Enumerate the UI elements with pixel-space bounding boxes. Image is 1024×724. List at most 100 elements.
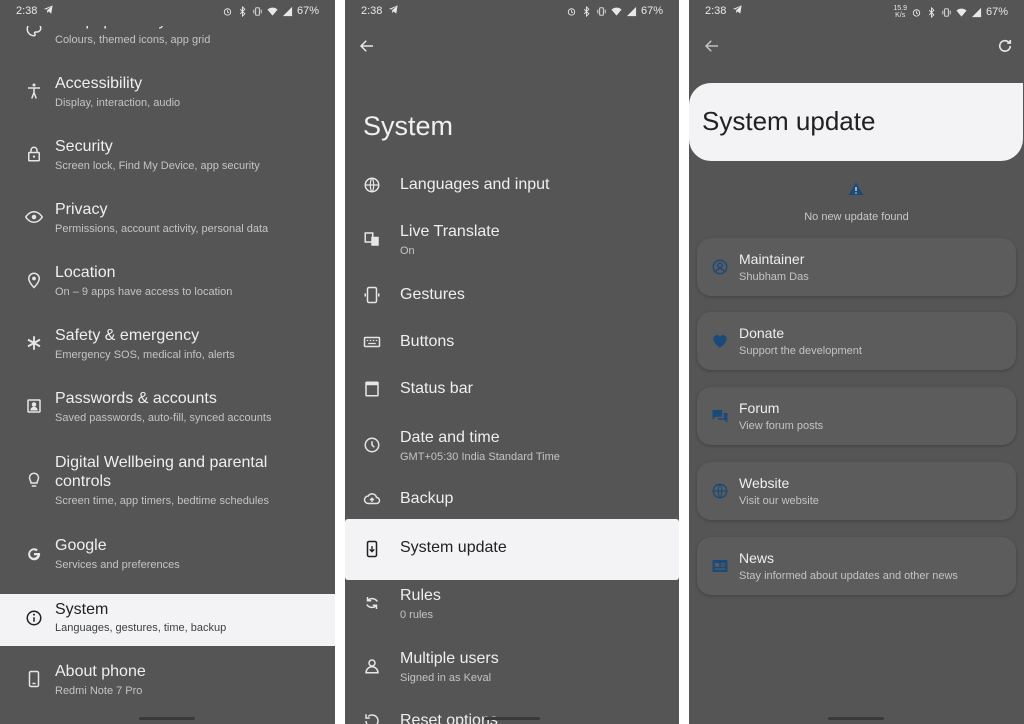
system-item-date-time[interactable]: Date and time GMT+05:30 India Standard T… <box>345 426 679 472</box>
vibrate-icon <box>942 7 951 17</box>
system-item-title: Backup <box>400 490 454 507</box>
settings-item-title: Security <box>55 138 113 155</box>
system-item-title: System update <box>400 539 507 556</box>
back-arrow-icon[interactable] <box>358 37 376 55</box>
forum-icon <box>711 407 729 425</box>
system-item-buttons[interactable]: Buttons <box>345 325 679 361</box>
settings-item-privacy[interactable]: Privacy Permissions, account activity, p… <box>0 198 335 250</box>
system-item-reset-options[interactable]: Reset options <box>345 708 679 724</box>
net-speed: 15.9 K/s <box>893 5 907 19</box>
translate-icon <box>363 230 381 248</box>
status-bar: 2:38 15.9 K/s 67% <box>689 0 1024 24</box>
asterisk-icon <box>25 334 43 352</box>
settings-item-title: Accessibility <box>55 75 143 92</box>
wifi-icon <box>611 7 622 16</box>
settings-item-accessibility[interactable]: Accessibility Display, interaction, audi… <box>0 72 335 124</box>
settings-item-title: Location <box>55 264 116 281</box>
settings-item-safety[interactable]: Safety & emergency Emergency SOS, medica… <box>0 324 335 376</box>
card-maintainer[interactable]: Maintainer Shubham Das <box>697 238 1016 296</box>
card-donate[interactable]: Donate Support the development <box>697 312 1016 370</box>
system-update-screen: 2:38 15.9 K/s 67% System update No new up… <box>689 0 1024 724</box>
reset-icon <box>363 712 381 724</box>
settings-item-security[interactable]: Security Screen lock, Find My Device, ap… <box>0 135 335 187</box>
status-bar: 2:38 67% <box>345 0 679 24</box>
system-item-title: Status bar <box>400 380 473 397</box>
settings-item-subtitle: Emergency SOS, medical info, alerts <box>55 349 235 361</box>
settings-item-about-phone[interactable]: About phone Redmi Note 7 Pro <box>0 660 335 712</box>
battery-percent: 67% <box>985 6 1008 18</box>
card-news[interactable]: News Stay informed about updates and oth… <box>697 537 1016 595</box>
keyboard-icon <box>363 333 381 351</box>
title-highlight: System update <box>689 83 1023 161</box>
settings-item-passwords[interactable]: Passwords & accounts Saved passwords, au… <box>0 387 335 439</box>
settings-item-subtitle: Languages, gestures, time, backup <box>55 622 227 634</box>
system-item-multiple-users[interactable]: Multiple users Signed in as Keval <box>345 647 679 693</box>
status-bar-icon <box>363 380 381 398</box>
bluetooth-icon <box>928 6 935 18</box>
telegram-icon <box>388 5 398 14</box>
alarm-icon <box>912 8 921 17</box>
eye-icon <box>25 208 43 226</box>
status-time: 2:38 <box>361 5 383 17</box>
page-title: System <box>363 111 454 141</box>
system-item-title: Gestures <box>400 286 465 303</box>
telegram-icon <box>732 5 742 14</box>
settings-item-system[interactable]: System Languages, gestures, time, backup <box>0 594 335 646</box>
card-subtitle: View forum posts <box>739 420 824 432</box>
system-item-status-bar[interactable]: Status bar <box>345 372 679 408</box>
home-indicator[interactable] <box>484 717 540 720</box>
system-item-languages[interactable]: Languages and input <box>345 168 679 204</box>
globe-icon <box>363 176 381 194</box>
system-update-icon <box>363 540 381 558</box>
settings-item-subtitle: Screen lock, Find My Device, app securit… <box>55 160 260 172</box>
back-arrow-icon[interactable] <box>703 37 721 55</box>
battery-percent: 67% <box>640 5 663 17</box>
settings-item-digital-wellbeing[interactable]: Digital Wellbeing and parental controls … <box>0 451 335 513</box>
system-item-title: Date and time <box>400 429 500 446</box>
bluetooth-icon <box>583 5 590 17</box>
settings-item-subtitle: Permissions, account activity, personal … <box>55 223 269 235</box>
update-status-text: No new update found <box>804 211 909 223</box>
card-website[interactable]: Website Visit our website <box>697 462 1016 520</box>
card-title: Maintainer <box>739 251 805 267</box>
card-title: Donate <box>739 325 785 341</box>
system-item-rules[interactable]: Rules 0 rules <box>345 584 679 630</box>
system-item-gestures[interactable]: Gestures <box>345 278 679 314</box>
settings-item-subtitle: On – 9 apps have access to location <box>55 286 233 298</box>
settings-item-subtitle: Saved passwords, auto-fill, synced accou… <box>55 412 272 424</box>
wellbeing-icon <box>25 471 43 489</box>
card-subtitle: Shubham Das <box>739 271 809 283</box>
wifi-icon <box>956 8 967 17</box>
settings-item-google[interactable]: Google Services and preferences <box>0 534 335 586</box>
card-title: Website <box>739 475 790 491</box>
account-box-icon <box>25 397 43 415</box>
system-item-title: Languages and input <box>400 176 550 193</box>
system-item-live-translate[interactable]: Live Translate On <box>345 220 679 266</box>
settings-item-subtitle: Services and preferences <box>55 559 180 571</box>
globe-icon <box>711 482 729 500</box>
status-time: 2:38 <box>705 5 727 17</box>
card-forum[interactable]: Forum View forum posts <box>697 387 1016 445</box>
vibrate-icon <box>597 6 606 16</box>
settings-item-subtitle: Screen time, app timers, bedtime schedul… <box>55 495 269 507</box>
settings-item-title: Privacy <box>55 201 108 218</box>
info-icon <box>25 609 43 627</box>
warning-icon <box>848 181 864 197</box>
home-indicator[interactable] <box>139 717 195 720</box>
home-indicator[interactable] <box>828 717 884 720</box>
refresh-icon[interactable] <box>996 37 1014 55</box>
settings-item-title: Digital Wellbeing and parental <box>55 454 268 471</box>
card-subtitle: Support the development <box>739 345 862 357</box>
signal-icon <box>626 6 637 16</box>
phone-icon <box>25 670 43 688</box>
system-item-title: Live Translate <box>400 223 500 240</box>
clock-icon <box>363 436 381 454</box>
system-item-backup[interactable]: Backup <box>345 482 679 518</box>
rules-icon <box>363 594 381 612</box>
alarm-icon <box>567 7 576 16</box>
card-subtitle: Visit our website <box>739 495 819 507</box>
card-title: Forum <box>739 400 780 416</box>
system-item-subtitle: On <box>400 245 415 257</box>
settings-item-location[interactable]: Location On – 9 apps have access to loca… <box>0 261 335 313</box>
system-item-system-update[interactable]: System update <box>345 519 679 580</box>
